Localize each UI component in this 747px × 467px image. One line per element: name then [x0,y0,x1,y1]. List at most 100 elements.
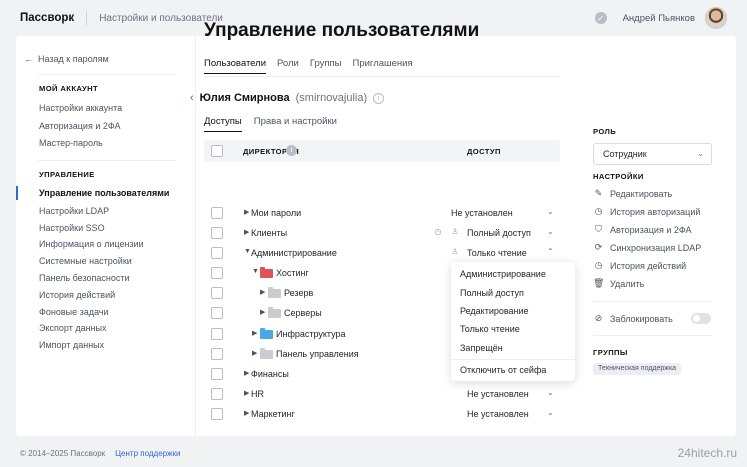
sidebar-item-sso[interactable]: Настройки SSO [39,223,105,233]
caret-right-icon[interactable]: ▶ [244,208,249,216]
chevron-down-icon[interactable]: ⌄ [547,408,554,417]
sidebar-item-security-panel[interactable]: Панель безопасности [39,273,130,283]
table-row[interactable]: ▶ Мои пароли Не установлен ⌄ [204,204,560,224]
table-row[interactable]: ▼ Администрирование ♙ Только чтение ⌃ [204,244,560,264]
menu-item-read-only[interactable]: Только чтение [460,324,520,334]
caret-down-icon[interactable]: ▼ [244,248,251,255]
chevron-down-icon[interactable]: ⌄ [547,207,554,216]
action-edit[interactable]: ✎ Редактировать [593,188,672,199]
tab-access[interactable]: Доступы [204,116,242,132]
access-select[interactable]: Не установлен [451,208,513,218]
caret-down-icon[interactable]: ▼ [252,268,259,275]
divider [38,160,176,161]
caret-right-icon[interactable]: ▶ [244,369,249,377]
chevron-down-icon[interactable]: ⌄ [547,227,554,236]
tab-roles[interactable]: Роли [277,58,299,74]
action-delete[interactable]: 🗑 Удалить [593,278,644,289]
chevron-left-icon[interactable]: ‹ [190,92,194,104]
menu-item-admin[interactable]: Администрирование [460,269,546,279]
caret-right-icon[interactable]: ▶ [244,228,249,236]
row-checkbox[interactable] [211,307,223,319]
row-label: Клиенты [251,228,288,238]
access-select[interactable]: Не установлен [467,409,529,419]
table-row[interactable]: ▶ HR Не установлен ⌄ [204,385,560,405]
caret-right-icon[interactable]: ▶ [252,329,257,337]
action-history[interactable]: ◷ История действий [593,260,687,271]
tab-users[interactable]: Пользователи [204,58,267,74]
sidebar-item-user-management[interactable]: Управление пользователями [39,188,169,198]
access-select[interactable]: Не установлен [467,389,529,399]
avatar[interactable] [705,7,727,29]
row-checkbox[interactable] [211,388,223,400]
caret-right-icon[interactable]: ▶ [260,308,265,316]
info-icon[interactable]: i [286,145,297,156]
row-checkbox[interactable] [211,267,223,279]
user-icon: ♙ [451,247,459,256]
main-tabs: Пользователи Роли Группы Приглашения [204,58,413,74]
info-icon[interactable]: i [373,92,385,104]
sidebar-item-action-history[interactable]: История действий [39,290,115,300]
block-toggle[interactable] [691,313,711,324]
groups-heading: ГРУППЫ [593,348,628,357]
sidebar-item-system-settings[interactable]: Системные настройки [39,256,132,266]
caret-right-icon[interactable]: ▶ [244,409,249,417]
row-checkbox[interactable] [211,348,223,360]
sidebar-item-export[interactable]: Экспорт данных [39,323,106,333]
col-access: ДОСТУП [467,147,501,156]
caret-right-icon[interactable]: ▶ [252,349,257,357]
sidebar-item-master-password[interactable]: Мастер-пароль [39,138,103,148]
sidebar-item-ldap[interactable]: Настройки LDAP [39,206,109,216]
chevron-down-icon[interactable]: ⌄ [547,388,554,397]
caret-right-icon[interactable]: ▶ [260,288,265,296]
chevron-down-icon: ⌄ [697,149,704,158]
action-ldap-sync[interactable]: ⟳ Синхронизация LDAP [593,242,702,253]
block-icon: ⊘ [594,313,603,323]
table-row[interactable]: ▶ Маркетинг Не установлен ⌄ [204,405,560,425]
select-all-checkbox[interactable] [211,145,223,157]
footer: © 2014–2025 Пассворк Центр поддержки [20,449,180,458]
row-checkbox[interactable] [211,247,223,259]
check-icon[interactable]: ✓ [594,12,607,24]
access-dropdown-menu: Администрирование Полный доступ Редактир… [451,262,575,381]
sidebar-item-auth-2fa[interactable]: Авторизация и 2ФА [39,121,121,131]
support-link[interactable]: Центр поддержки [115,449,180,458]
table-row[interactable]: ▶ Клиенты ◷ ♙ Полный доступ ⌄ [204,224,560,244]
sidebar-item-import[interactable]: Импорт данных [39,340,104,350]
tab-invitations[interactable]: Приглашения [353,58,413,74]
user-name[interactable]: Андрей Пьянков [623,13,695,24]
access-select[interactable]: Только чтение [467,248,527,258]
chevron-up-icon[interactable]: ⌃ [547,247,554,256]
folder-icon [268,287,281,298]
folder-icon [268,307,281,318]
sidebar-item-license[interactable]: Информация о лицензии [39,239,144,249]
brand-logo[interactable]: Пассворк [20,12,74,24]
row-checkbox[interactable] [211,408,223,420]
account-heading: МОЙ АККАУНТ [39,84,98,93]
role-select[interactable]: Сотрудник ⌄ [593,143,712,165]
menu-item-forbidden[interactable]: Запрещён [460,343,503,353]
sync-icon: ⟳ [594,242,603,252]
row-checkbox[interactable] [211,227,223,239]
row-checkbox[interactable] [211,287,223,299]
menu-item-edit[interactable]: Редактирование [460,306,529,316]
row-checkbox[interactable] [211,207,223,219]
tab-rights-settings[interactable]: Права и настройки [254,116,337,132]
row-checkbox[interactable] [211,328,223,340]
sidebar-item-account-settings[interactable]: Настройки аккаунта [39,103,122,113]
menu-item-detach-safe[interactable]: Отключить от сейфа [460,365,546,375]
row-label: Резерв [284,288,314,298]
row-checkbox[interactable] [211,368,223,380]
role-value: Сотрудник [603,149,647,159]
back-link[interactable]: ← Назад к паролям [24,54,109,64]
action-auth-2fa[interactable]: ⛉ Авторизация и 2ФА [593,224,691,235]
sidebar-item-background-tasks[interactable]: Фоновые задачи [39,307,109,317]
action-label: Удалить [610,278,645,289]
row-label: Администрирование [251,248,337,258]
access-select[interactable]: Полный доступ [467,228,531,238]
tab-groups[interactable]: Группы [310,58,342,74]
trash-icon: 🗑 [593,278,605,288]
menu-item-full-access[interactable]: Полный доступ [460,288,524,298]
group-chip[interactable]: Техническая поддержка [593,363,682,375]
action-auth-history[interactable]: ◷ История авторизаций [593,206,701,217]
caret-right-icon[interactable]: ▶ [244,389,249,397]
